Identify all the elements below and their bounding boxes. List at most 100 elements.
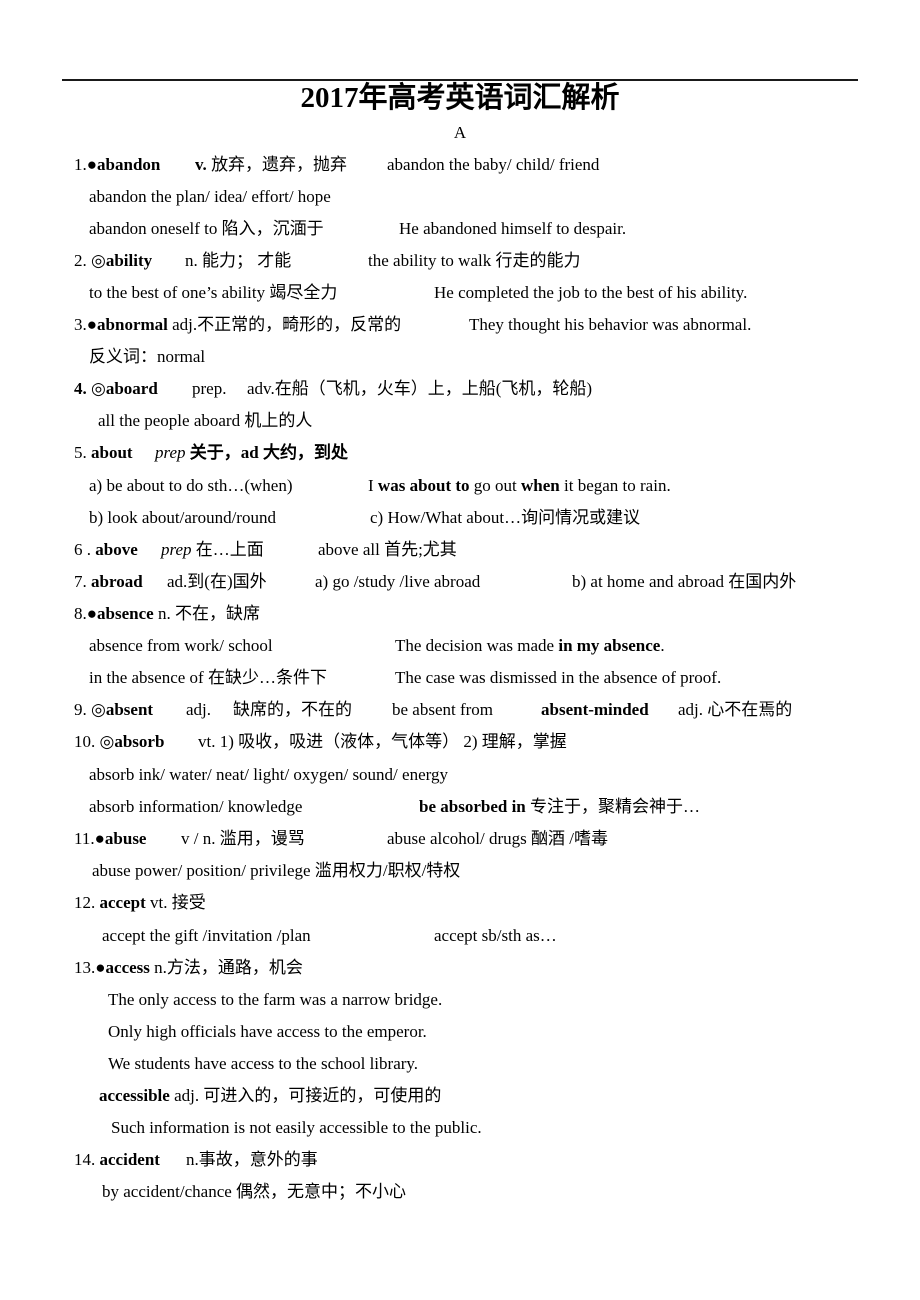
entry-number: 14. bbox=[74, 1150, 96, 1169]
example-sentence: He completed the job to the best of his … bbox=[434, 283, 748, 302]
phrase: above all 首先;尤其 bbox=[318, 540, 457, 559]
sentence-bold: was about to bbox=[377, 476, 470, 495]
part-of-speech: prep. bbox=[192, 379, 227, 398]
entry-abnormal: 3.●abnormal adj.不正常的，畸形的，反常的 They though… bbox=[74, 314, 751, 336]
phrase: absorb information/ knowledge bbox=[89, 797, 303, 816]
meaning: adj.不正常的，畸形的，反常的 bbox=[172, 315, 402, 334]
example-sentence: Only high officials have access to the e… bbox=[108, 1022, 427, 1041]
headword: abnormal bbox=[97, 315, 168, 334]
headword: absorb bbox=[114, 732, 165, 751]
meaning: n.方法，通路，机会 bbox=[154, 958, 303, 977]
sentence-text: I bbox=[368, 476, 378, 495]
entry-abroad: 7. abroad ad.到(在)国外 a) go /study /live a… bbox=[74, 571, 796, 593]
entry-number: 6 . bbox=[74, 540, 91, 559]
headword: accept bbox=[99, 893, 146, 912]
entry-number: 1. bbox=[74, 155, 87, 174]
entry-accept: 12. accept vt. 接受 bbox=[74, 892, 206, 914]
phrase-line: by accident/chance 偶然，无意中；不小心 bbox=[102, 1182, 407, 1201]
example-sentence: We students have access to the school li… bbox=[108, 1054, 419, 1073]
meaning: v / n. 滥用，谩骂 bbox=[181, 829, 305, 848]
usage-b-phrase: b) look about/around/round bbox=[89, 508, 276, 527]
usage-a: a) go /study /live abroad bbox=[315, 572, 481, 591]
part-of-speech-2: ad bbox=[240, 443, 259, 462]
meaning: 放弃，遗弃，抛弃 bbox=[211, 155, 348, 174]
entry-absent: 9. ◎absent adj. 缺席的，不在的 be absent from a… bbox=[74, 699, 792, 721]
meaning: n. 不在，缺席 bbox=[157, 604, 260, 623]
sentence-text: go out bbox=[469, 476, 522, 495]
entry-ability: 2. ◎ability n. 能力； 才能 the ability to wal… bbox=[74, 250, 580, 272]
meaning: 能力； 才能 bbox=[202, 251, 292, 270]
double-circle-icon: ◎ bbox=[99, 732, 115, 751]
entry-aboard: 4. ◎aboard prep. adv.在船（飞机，火车）上，上船(飞机，轮船… bbox=[74, 378, 592, 400]
antonym-line: 反义词：normal bbox=[89, 347, 206, 366]
derived-word: accessible bbox=[99, 1086, 170, 1105]
headword: about bbox=[91, 443, 133, 462]
phrase: to the best of one’s ability 竭尽全力 bbox=[89, 283, 338, 302]
example-phrase: the ability to walk 行走的能力 bbox=[368, 251, 581, 270]
meaning: 专注于，聚精会神于… bbox=[525, 797, 700, 816]
usage-line: b) look about/around/round c) How/What a… bbox=[89, 507, 640, 529]
example-sentence: The case was dismissed in the absence of… bbox=[395, 668, 722, 687]
entry-about: 5. about prep 关于，ad 大约，到处 bbox=[74, 442, 348, 464]
part-of-speech: v. bbox=[195, 155, 207, 174]
sentence-bold: when bbox=[521, 476, 560, 495]
phrase-line: absence from work/ school The decision w… bbox=[89, 635, 665, 657]
filled-circle-icon: ● bbox=[86, 155, 98, 174]
filled-circle-icon: ● bbox=[95, 958, 106, 977]
meaning: 在…上面 bbox=[195, 540, 264, 559]
phrase-line: all the people aboard 机上的人 bbox=[98, 411, 313, 430]
entry-number: 11. bbox=[74, 829, 95, 848]
collocation-line: accept the gift /invitation /plan accept… bbox=[102, 925, 557, 947]
collocation-line: absorb ink/ water/ neat/ light/ oxygen/ … bbox=[89, 765, 448, 784]
entry-number: 13. bbox=[74, 958, 96, 977]
example-sentence: The only access to the farm was a narrow… bbox=[108, 990, 443, 1009]
usage-line: a) be about to do sth…(when) I was about… bbox=[89, 475, 671, 497]
sentence-text: it began to rain. bbox=[559, 476, 671, 495]
collocation-a: accept the gift /invitation /plan bbox=[102, 926, 311, 945]
example-sentence: The decision was made in my absence. bbox=[395, 635, 665, 657]
filled-circle-icon: ● bbox=[86, 315, 98, 334]
meaning: ad.到(在)国外 bbox=[167, 572, 267, 591]
meaning: 关于， bbox=[189, 443, 241, 462]
phrase-line: abandon oneself to 陷入，沉湎于 He abandoned h… bbox=[89, 218, 626, 240]
sentence-text: The decision was made bbox=[395, 636, 559, 655]
derived-word-line: accessible adj. 可进入的，可接近的，可使用的 bbox=[99, 1085, 441, 1107]
entry-number: 2. bbox=[74, 251, 87, 270]
usage-b: b) at home and abroad 在国内外 bbox=[572, 572, 797, 591]
meaning: n.事故，意外的事 bbox=[186, 1150, 318, 1169]
entry-number: 5. bbox=[74, 443, 87, 462]
sentence-bold: in my absence bbox=[558, 636, 661, 655]
section-letter: A bbox=[453, 123, 467, 142]
example-phrase: abuse alcohol/ drugs 酗酒 /嗜毒 bbox=[387, 829, 608, 848]
usage-a-phrase: a) be about to do sth…(when) bbox=[89, 476, 293, 495]
entry-number: 4. bbox=[74, 379, 87, 398]
phrase: absence from work/ school bbox=[89, 636, 273, 655]
related-meaning: adj. 心不在焉的 bbox=[678, 700, 793, 719]
part-of-speech: prep bbox=[155, 443, 186, 462]
meaning: adv.在船（飞机，火车）上，上船(飞机，轮船) bbox=[247, 379, 593, 398]
entry-absorb: 10. ◎absorb vt. 1) 吸收，吸进（液体，气体等） 2) 理解，掌… bbox=[74, 731, 567, 753]
meaning: vt. 1) 吸收，吸进（液体，气体等） 2) 理解，掌握 bbox=[198, 732, 567, 751]
headword: above bbox=[95, 540, 138, 559]
related-word: absent-minded bbox=[541, 700, 649, 719]
headword: ability bbox=[105, 251, 153, 270]
entry-number: 3. bbox=[74, 315, 87, 334]
phrase-line: in the absence of 在缺少…条件下 The case was d… bbox=[89, 667, 721, 689]
double-circle-icon: ◎ bbox=[91, 379, 106, 398]
headword: access bbox=[105, 958, 150, 977]
example-phrase: abandon the baby/ child/ friend bbox=[387, 155, 600, 174]
entry-accident: 14. accident n.事故，意外的事 bbox=[74, 1149, 318, 1171]
part-of-speech: adj. bbox=[186, 700, 212, 719]
meaning: 缺席的，不在的 bbox=[233, 700, 352, 719]
filled-circle-icon: ● bbox=[94, 829, 105, 848]
meaning-2: 大约，到处 bbox=[258, 443, 348, 462]
example-sentence: He abandoned himself to despair. bbox=[399, 219, 627, 238]
double-circle-icon: ◎ bbox=[91, 700, 106, 719]
entry-number: 7. bbox=[74, 572, 87, 591]
part-of-speech: prep bbox=[161, 540, 192, 559]
entry-abandon: 1.●abandon v. 放弃，遗弃，抛弃 abandon the baby/… bbox=[74, 154, 599, 176]
phrase: in the absence of 在缺少…条件下 bbox=[89, 668, 327, 687]
collocation-line: abuse power/ position/ privilege 滥用权力/职权… bbox=[92, 861, 461, 880]
example-sentence: They thought his behavior was abnormal. bbox=[469, 315, 752, 334]
entry-number: 8. bbox=[74, 604, 87, 623]
